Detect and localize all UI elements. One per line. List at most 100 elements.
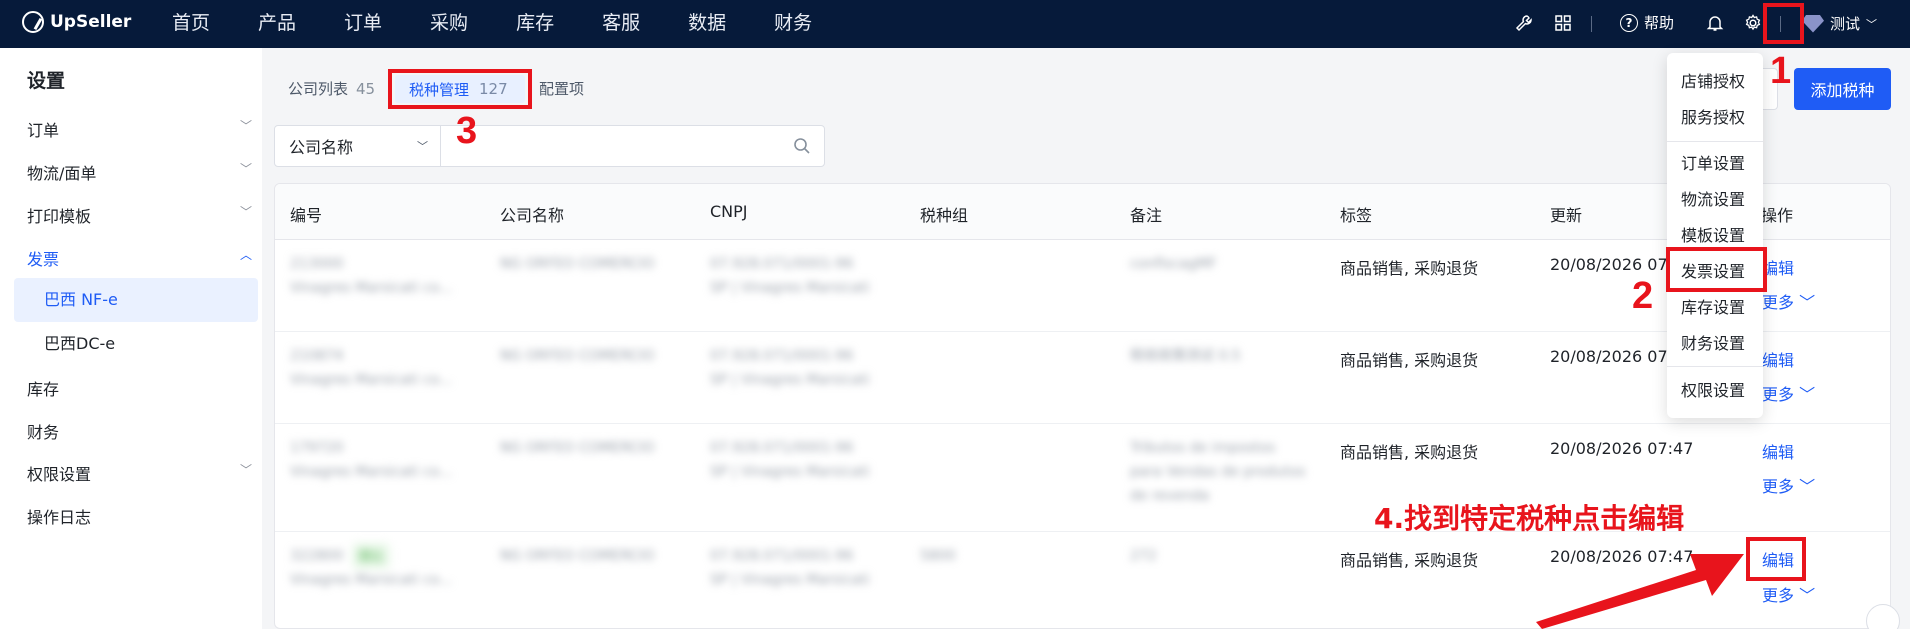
menu-item-order-settings[interactable]: 订单设置 — [1681, 150, 1745, 174]
nav-products[interactable]: 产品 — [258, 0, 296, 48]
select-value: 公司名称 — [289, 138, 354, 157]
row-company: NG ORFEO COMERCIO — [500, 256, 655, 272]
row-tags: 商品销售, 采购退货 — [1340, 443, 1479, 462]
user-avatar-icon — [1802, 14, 1824, 33]
row-note: 税收政策测试 0.5 — [1130, 348, 1241, 364]
search-icon[interactable] — [780, 126, 824, 166]
search-input[interactable] — [441, 126, 780, 166]
row-cnpj: 07.928.071/0001-96 SP | Vinagres Marsicat… — [710, 548, 870, 588]
menu-divider — [1667, 141, 1763, 142]
bell-icon[interactable] — [1704, 12, 1726, 34]
tab-company-list[interactable]: 公司列表 45 — [288, 78, 375, 99]
nav-customer-service[interactable]: 客服 — [602, 0, 640, 48]
more-menu[interactable]: 更多 ﹀ — [1762, 289, 1815, 313]
chevron-down-icon: ﹀ — [239, 205, 252, 219]
more-menu[interactable]: 更多 ﹀ — [1762, 473, 1815, 497]
sidebar-item-print-templates[interactable]: 打印模板 ﹀ — [27, 203, 252, 227]
more-menu[interactable]: 更多 ﹀ — [1762, 381, 1815, 405]
menu-item-logistics-settings[interactable]: 物流设置 — [1681, 186, 1745, 210]
tab-tax-management[interactable]: 税种管理 127 — [395, 75, 525, 103]
annotation-step-4: 4.找到特定税种点击编辑 — [1374, 502, 1685, 535]
apps-grid-icon[interactable] — [1552, 12, 1574, 34]
row-cnpj: 07.928.071/0001-96 SP | Vinagres Marsicat… — [710, 348, 870, 388]
sidebar-subitem-brazil-dce[interactable]: 巴西DC-e — [14, 322, 258, 366]
more-menu[interactable]: 更多 ﹀ — [1762, 582, 1815, 606]
tab-count: 127 — [479, 80, 508, 98]
chevron-down-icon: ﹀ — [239, 162, 252, 176]
menu-divider — [1667, 366, 1763, 367]
row-updated: 20/08/2026 07:4 — [1550, 347, 1684, 366]
sidebar-item-logistics[interactable]: 物流/面单 ﹀ — [27, 160, 252, 184]
edit-link[interactable]: 编辑 — [1762, 255, 1794, 279]
edit-link[interactable]: 编辑 — [1762, 439, 1794, 463]
user-name: 测试 — [1830, 15, 1861, 33]
column-header: 更新 — [1550, 206, 1583, 225]
search-field-select[interactable]: 公司名称 ﹀ — [275, 126, 441, 166]
nav-finance[interactable]: 财务 — [774, 0, 812, 48]
question-icon: ? — [1620, 13, 1638, 32]
table-row: 210874 Vinagres Marsicati co... NG ORFEO … — [275, 332, 1890, 424]
chevron-down-icon: ﹀ — [239, 119, 252, 133]
nav-home[interactable]: 首页 — [172, 0, 210, 48]
column-header: 编号 — [290, 206, 323, 225]
edit-link[interactable]: 编辑 — [1762, 547, 1794, 571]
tab-config-items[interactable]: 配置项 — [539, 78, 584, 99]
add-tax-button[interactable]: 添加税种 — [1794, 68, 1891, 110]
row-company: NG ORFEO COMERCIO — [500, 348, 655, 364]
help-button[interactable]: ? 帮助 — [1620, 12, 1674, 33]
menu-item-service-auth[interactable]: 服务授权 — [1681, 104, 1745, 128]
chevron-down-icon: ﹀ — [417, 140, 428, 153]
tab-count: 45 — [356, 80, 376, 98]
sidebar-item-label: 权限设置 — [27, 465, 92, 484]
annotation-step-1: 1 — [1770, 50, 1792, 92]
menu-item-finance-settings[interactable]: 财务设置 — [1681, 330, 1745, 354]
row-id: 179720 Vinagres Marsicati co... — [290, 440, 453, 480]
sidebar-item-label: 发票 — [27, 250, 60, 269]
divider — [1780, 16, 1781, 32]
nav-orders[interactable]: 订单 — [344, 0, 382, 48]
row-id: 213000 Vinagres Marsicati co... — [290, 256, 453, 296]
brand-name: UpSeller — [50, 12, 132, 32]
menu-item-inventory-settings[interactable]: 库存设置 — [1681, 294, 1745, 318]
sidebar-subitem-brazil-nfe[interactable]: 巴西 NF-e — [14, 278, 258, 322]
gear-icon[interactable] — [1742, 12, 1764, 34]
sidebar-item-orders[interactable]: 订单 ﹀ — [27, 117, 252, 141]
edit-link[interactable]: 编辑 — [1762, 347, 1794, 371]
sidebar-item-label: 打印模板 — [27, 207, 92, 226]
annotation-step-2: 2 — [1632, 275, 1654, 317]
row-note: 272 — [1130, 548, 1157, 564]
upseller-logo[interactable]: UpSeller — [22, 11, 131, 33]
row-updated: 20/08/2026 07:4 — [1550, 255, 1684, 274]
sidebar-item-operation-log[interactable]: 操作日志 — [27, 504, 252, 528]
settings-sidebar: 设置 订单 ﹀ 物流/面单 ﹀ 打印模板 ﹀ 发票 ︿ 巴西 NF-e 巴西DC… — [0, 48, 262, 629]
row-tags: 商品销售, 采购退货 — [1340, 351, 1479, 370]
column-header: 标签 — [1340, 206, 1373, 225]
nav-inventory[interactable]: 库存 — [516, 0, 554, 48]
sidebar-item-finance[interactable]: 财务 — [27, 419, 252, 443]
row-company: NG ORFEO COMERCIO — [500, 548, 655, 564]
sidebar-item-inventory[interactable]: 库存 — [27, 376, 252, 400]
menu-item-template-settings[interactable]: 模板设置 — [1681, 222, 1745, 246]
wrench-icon[interactable] — [1513, 12, 1535, 34]
chevron-down-icon: ﹀ — [239, 463, 252, 477]
sidebar-title: 设置 — [27, 70, 66, 92]
chevron-down-icon: ﹀ — [1866, 17, 1878, 31]
row-note: Tributos de impostos para Vendas de produ… — [1130, 440, 1306, 504]
menu-item-permission-settings[interactable]: 权限设置 — [1681, 377, 1745, 401]
nav-purchase[interactable]: 采购 — [430, 0, 468, 48]
tab-label: 税种管理 — [409, 80, 470, 99]
menu-item-invoice-settings[interactable]: 发票设置 — [1681, 258, 1745, 282]
column-header: 公司名称 — [500, 206, 565, 225]
sidebar-item-invoice[interactable]: 发票 ︿ — [27, 246, 252, 270]
nav-data[interactable]: 数据 — [688, 0, 726, 48]
sidebar-item-permissions[interactable]: 权限设置 ﹀ — [27, 461, 252, 485]
annotation-step-3: 3 — [456, 110, 478, 152]
sidebar-item-label: 订单 — [27, 121, 60, 140]
support-headset-icon[interactable] — [1866, 604, 1900, 629]
row-tags: 商品销售, 采购退货 — [1340, 551, 1479, 570]
sidebar-item-label: 操作日志 — [27, 508, 92, 527]
column-header: 操作 — [1761, 206, 1794, 225]
user-menu[interactable]: 测试 ﹀ — [1802, 13, 1877, 34]
tabs: 公司列表 45 — [288, 78, 375, 99]
menu-item-store-auth[interactable]: 店铺授权 — [1681, 68, 1745, 92]
